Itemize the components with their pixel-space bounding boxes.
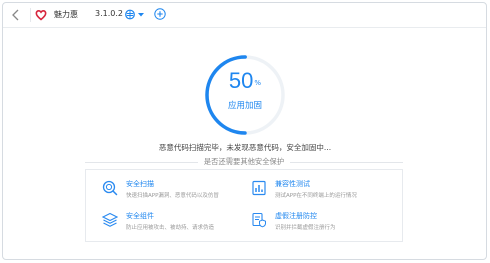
shield-icon [252,212,266,228]
app-name: 魅力惠 [54,10,78,19]
header-separator [3,27,486,28]
scan-icon [102,180,118,196]
feature-desc: 快速扫描APP漏洞、恶意代码以及仿冒 [126,193,219,199]
percent-symbol: % [254,79,262,87]
prompt-divider-left [85,162,198,163]
chevron-down-icon [138,13,144,17]
titlebar-divider [30,8,31,22]
feature-desc: 防止应用被攻击、被劫持、请求伪造 [126,225,215,231]
title-bar: 魅力惠 3.1.0.2 [3,3,486,27]
protection-prompt: 是否还需要其他安全保护 [203,157,285,166]
add-button[interactable] [154,8,166,20]
feature-desc: 测试APP在不同终端上的运行情况 [275,193,357,199]
app-logo-icon [35,10,47,21]
feature-title: 兼容性测试 [275,180,310,188]
feature-desc: 识别并拦截虚假注册行为 [275,225,336,231]
feature-title: 虚假注册防控 [275,212,317,220]
feature-fake-registration[interactable]: 虚假注册防控 识别并拦截虚假注册行为 [251,211,401,235]
compat-icon [252,180,266,196]
prompt-divider-right [290,162,403,163]
feature-compat-test[interactable]: 兼容性测试 测试APP在不同终端上的运行情况 [251,179,401,203]
feature-security-scan[interactable]: 安全扫描 快速扫描APP漏洞、恶意代码以及仿冒 [102,179,252,203]
progress-label: 应用加固 [227,101,262,111]
feature-title: 安全扫描 [126,180,154,188]
back-arrow-icon[interactable] [11,9,21,21]
android-icon[interactable] [124,8,146,21]
layers-icon [102,212,118,227]
progress-ring [205,55,285,135]
feature-security-component[interactable]: 安全组件 防止应用被攻击、被劫持、请求伪造 [102,211,252,235]
status-text: 恶意代码扫描完毕，未发现恶意代码，安全加固中... [158,143,332,152]
progress-value: 50 [228,68,254,93]
app-version: 3.1.0.2 [95,9,123,18]
feature-title: 安全组件 [126,212,154,220]
progress-percent: 50% [203,69,287,95]
